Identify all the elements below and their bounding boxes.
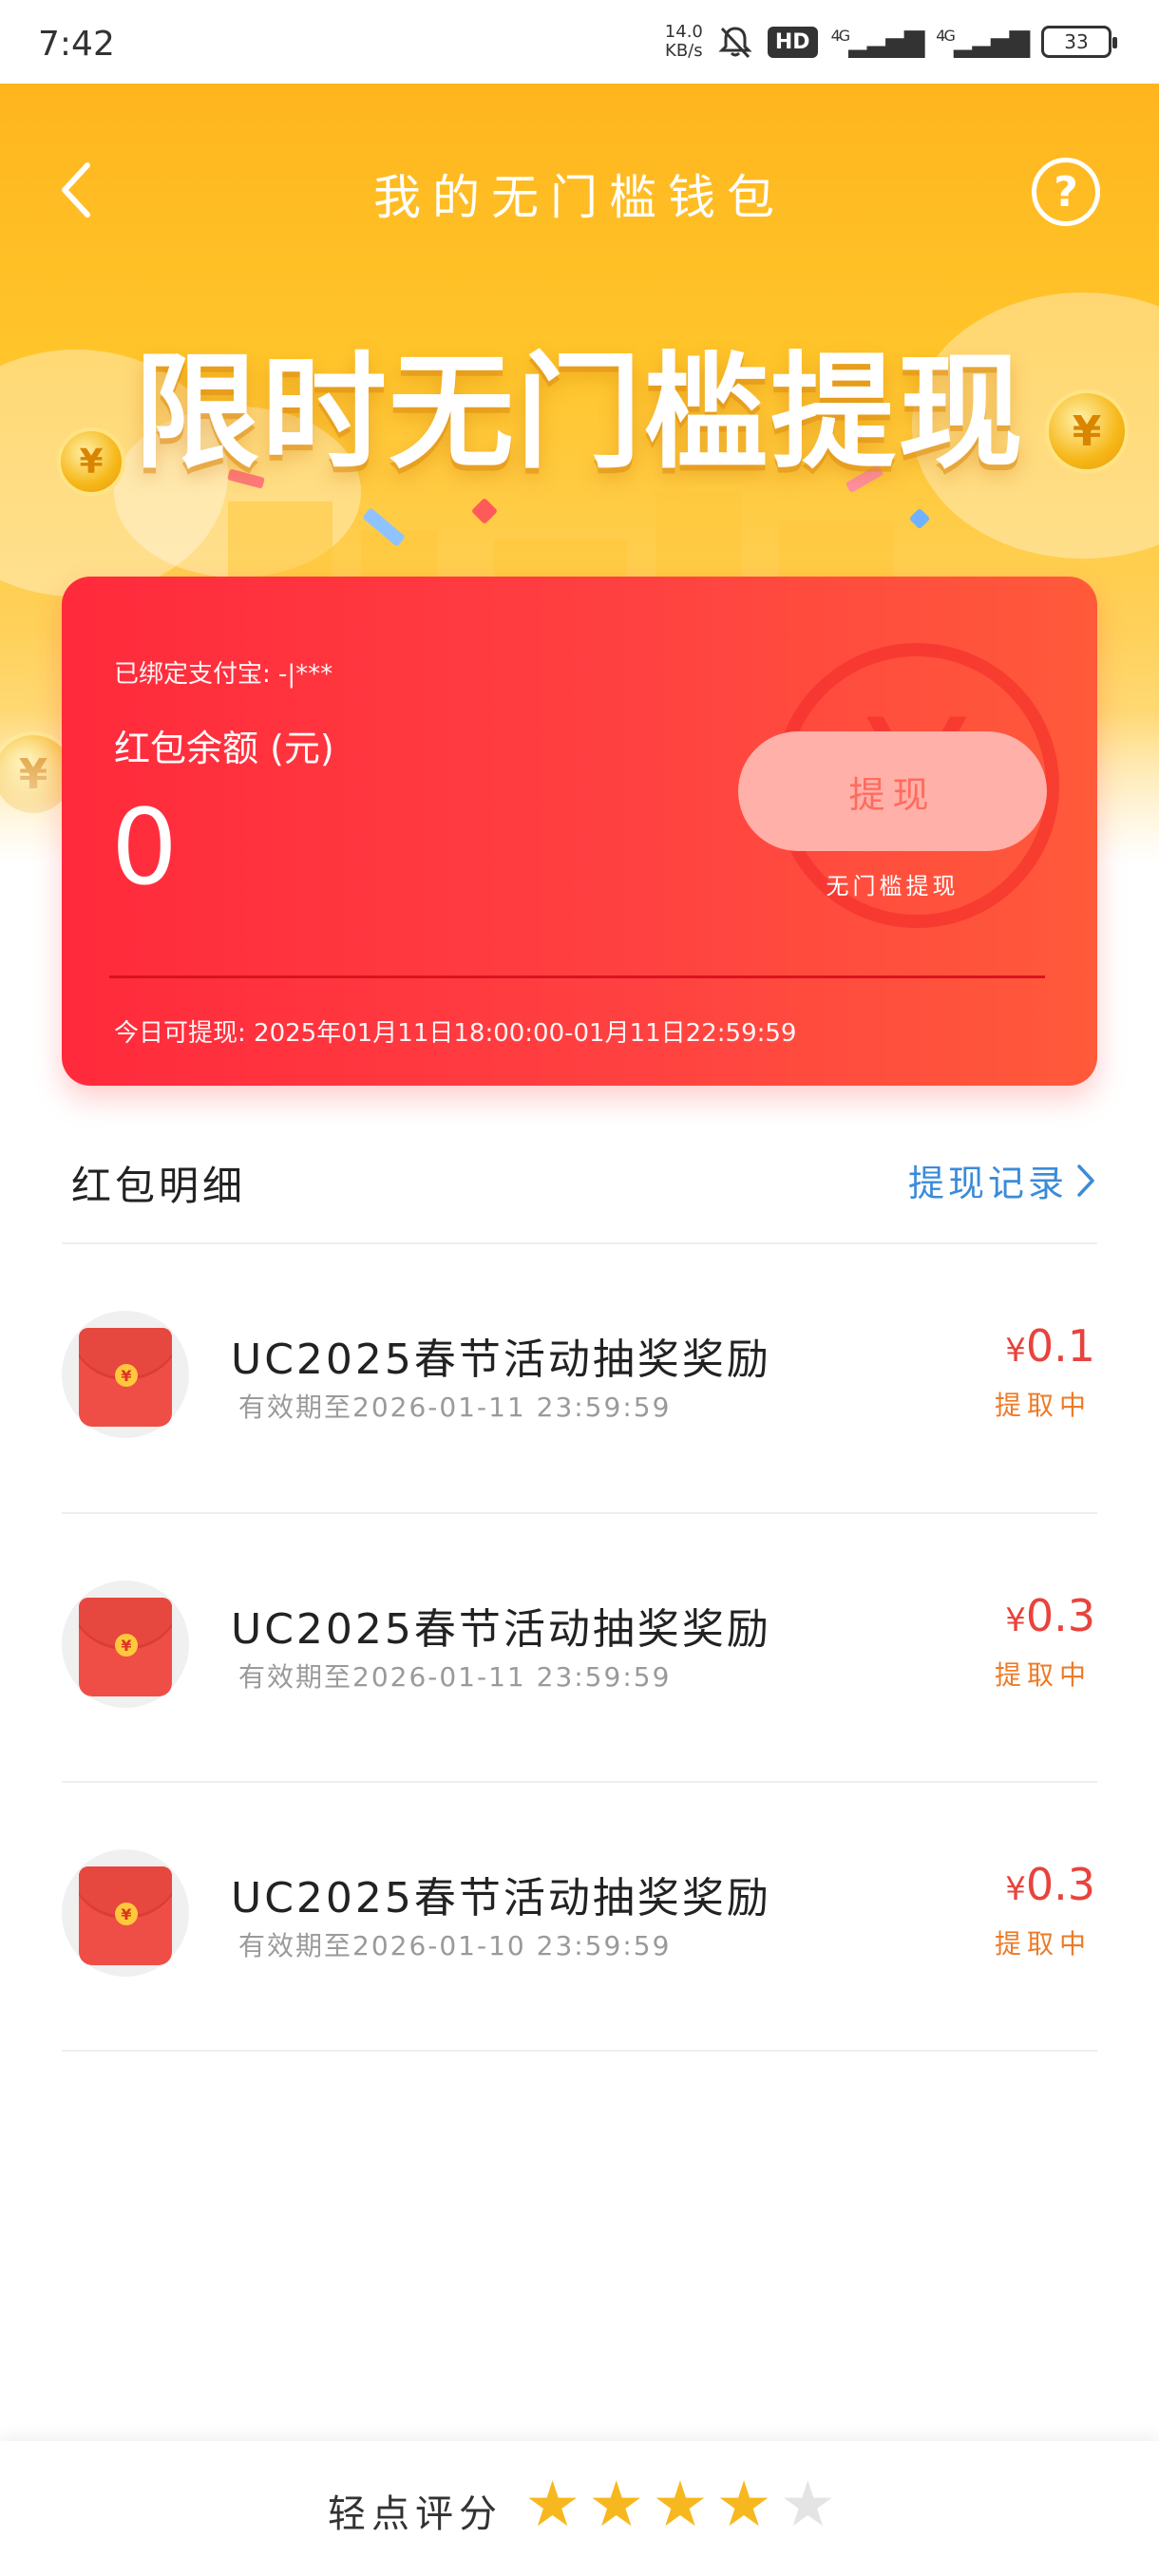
withdraw-button[interactable]: 提现 [738,731,1047,851]
divider [62,2050,1097,2052]
battery-icon: 33 [1041,26,1117,58]
rating-bar: 轻点评分 ★ ★ ★ ★ ★ [0,2441,1159,2576]
item-title: UC2025春节活动抽奖奖励 [231,1874,771,1923]
star-icon[interactable]: ★ [780,2473,836,2536]
help-button[interactable]: ? [1032,158,1100,226]
star-icon[interactable]: ★ [588,2473,644,2536]
promo-slogan: 限时无门槛提现 [134,340,1025,486]
withdraw-records-link[interactable]: 提现记录 [908,1154,1096,1206]
card-divider [109,975,1045,978]
list-item[interactable]: ¥ UC2025春节活动抽奖奖励 有效期至2026-01-10 23:59:59… [62,1783,1097,2051]
red-envelope-icon: ¥ [62,1849,189,1977]
item-title: UC2025春节活动抽奖奖励 [231,1605,771,1654]
confetti [908,507,931,530]
status-time: 7:42 [38,25,115,64]
star-icon[interactable]: ★ [652,2473,708,2536]
hd-badge: HD [767,26,818,58]
star-icon[interactable]: ★ [716,2473,772,2536]
balance-value: 0 [111,786,178,908]
mute-bell-icon [718,27,752,59]
rating-stars: ★ ★ ★ ★ ★ [524,2473,836,2536]
list-item[interactable]: ¥ UC2025春节活动抽奖奖励 有效期至2026-01-11 23:59:59… [62,1244,1097,1512]
status-bar: 7:42 14.0 KB/s HD 4G▂▃▅▇ 4G▂▃▅▇ 33 [0,0,1159,84]
help-icon: ? [1054,167,1078,217]
page-title: 我的无门槛钱包 [373,170,786,225]
bound-account: 已绑定支付宝: -|*** [114,660,333,689]
balance-label: 红包余额 (元) [114,728,334,769]
rating-label: 轻点评分 [328,2492,503,2536]
item-amount: ¥0.3 [1005,1590,1095,1641]
item-expiry: 有效期至2026-01-11 23:59:59 [238,1392,672,1423]
signal-icon: 4G▂▃▅▇ [830,26,925,58]
red-envelope-icon: ¥ [62,1581,189,1708]
item-amount: ¥0.1 [1005,1320,1095,1372]
item-amount: ¥0.3 [1005,1859,1095,1910]
status-icons: 14.0 KB/s HD 4G▂▃▅▇ 4G▂▃▅▇ 33 [664,22,1117,61]
network-speed: 14.0 KB/s [664,22,703,61]
item-status: 提取中 [994,1928,1092,1960]
list-item[interactable]: ¥ UC2025春节活动抽奖奖励 有效期至2026-01-11 23:59:59… [62,1514,1097,1782]
withdraw-subtitle: 无门槛提现 [826,873,960,900]
item-expiry: 有效期至2026-01-10 23:59:59 [238,1930,672,1961]
item-title: UC2025春节活动抽奖奖励 [231,1335,771,1384]
balance-card: ¥ 已绑定支付宝: -|*** 红包余额 (元) 0 提现 无门槛提现 今日可提… [62,577,1097,1086]
item-status: 提取中 [994,1390,1092,1421]
red-envelope-icon: ¥ [62,1311,189,1438]
confetti [470,497,499,525]
details-title: 红包明细 [71,1163,247,1209]
withdraw-records-label: 提现记录 [907,1163,1068,1204]
star-icon[interactable]: ★ [524,2473,580,2536]
signal-icon-2: 4G▂▃▅▇ [936,26,1030,58]
today-withdraw-window: 今日可提现: 2025年01月11日18:00:00-01月11日22:59:5… [114,1019,797,1048]
item-status: 提取中 [994,1659,1092,1691]
chevron-right-icon [1077,1164,1094,1197]
item-expiry: 有效期至2026-01-11 23:59:59 [238,1661,672,1693]
